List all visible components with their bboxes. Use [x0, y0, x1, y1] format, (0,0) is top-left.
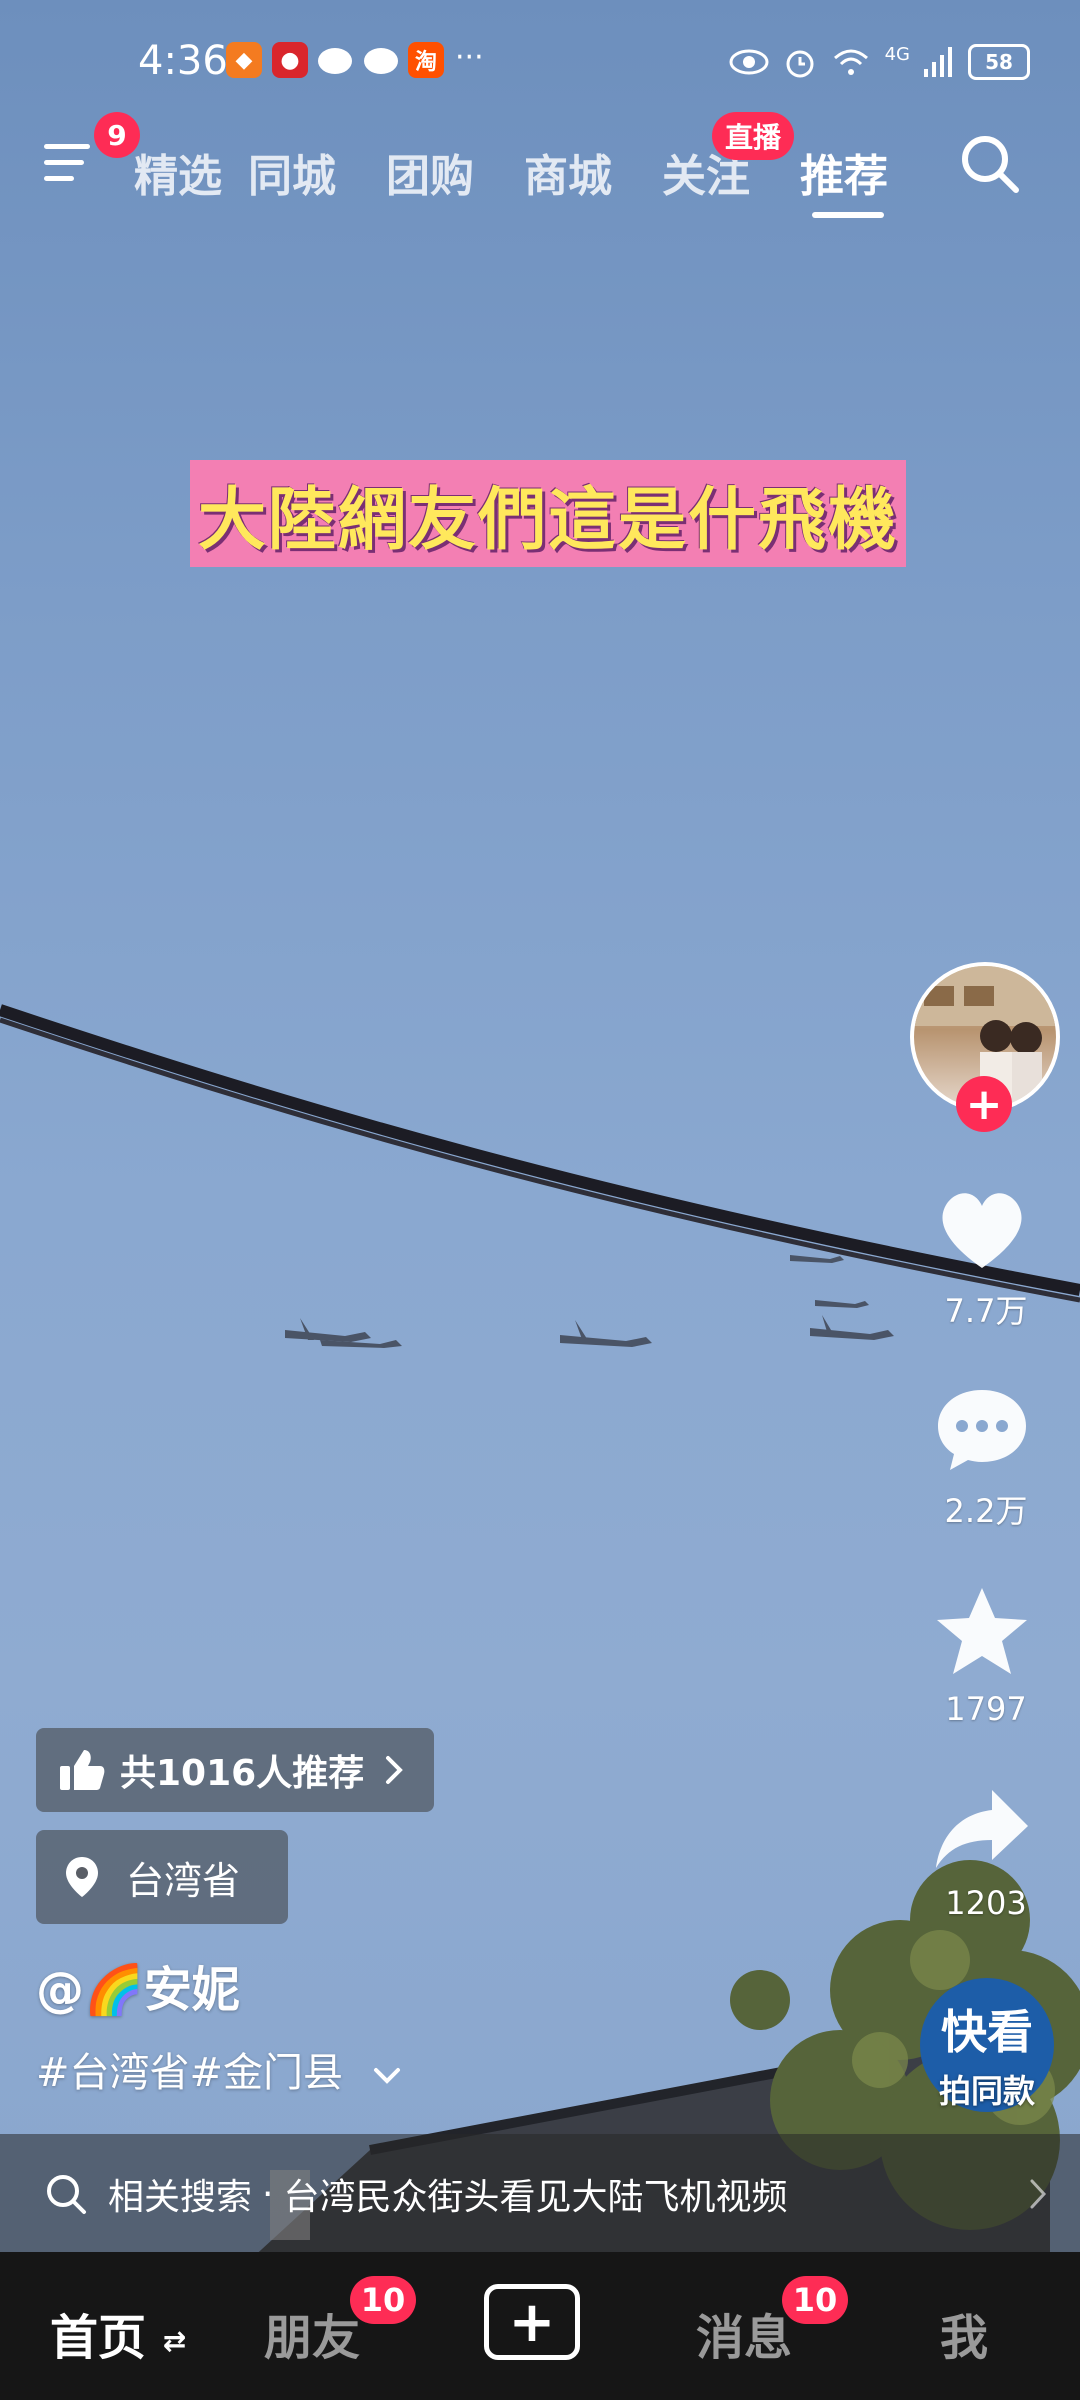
hashtag-text[interactable]: #台湾省#金门县 — [36, 2050, 343, 2096]
author-name[interactable]: @🌈安妮 — [36, 1950, 240, 2020]
recommend-pill[interactable]: 共1016人推荐 — [36, 1728, 434, 1812]
wifi-icon — [833, 49, 868, 75]
message-icon — [318, 48, 352, 74]
favorite-star-icon[interactable] — [932, 1582, 1032, 1682]
tab-mall[interactable]: 商城 — [524, 140, 612, 204]
live-badge[interactable]: 直播 — [712, 112, 794, 160]
refresh-arrows-icon: ⇄ — [162, 2324, 187, 2358]
battery-level: 58 — [985, 50, 1013, 74]
app-notification-icon: ◆ — [226, 42, 262, 78]
alarm-icon — [786, 50, 814, 78]
video-scene — [0, 1004, 1080, 1348]
shoot-same-label[interactable]: 拍同款 — [906, 2066, 1068, 2112]
recommend-text: 共1016人推荐 — [120, 1753, 365, 1794]
friends-badge: 10 — [350, 2276, 416, 2324]
taobao-icon: 淘 — [408, 42, 444, 78]
location-text: 台湾省 — [126, 1858, 241, 1903]
chevron-right-icon — [1030, 2179, 1047, 2209]
thumbs-up-icon — [60, 1750, 105, 1790]
menu-icon[interactable] — [44, 140, 96, 190]
search-icon[interactable] — [958, 132, 1022, 196]
hashtags[interactable]: #台湾省#金门县 — [36, 2040, 402, 2098]
create-post-button[interactable]: + — [484, 2284, 580, 2360]
jet-formation — [285, 1255, 894, 1348]
tab-group-buy[interactable]: 团购 — [386, 140, 474, 204]
more-notifications-icon: ··· — [455, 40, 484, 75]
nav-messages[interactable]: 消息 — [696, 2298, 792, 2368]
like-heart-icon[interactable] — [932, 1180, 1032, 1280]
like-count: 7.7万 — [944, 1292, 1028, 1330]
nav-home-label: 首页 — [50, 2310, 147, 2366]
status-time: 4:36 — [138, 38, 228, 84]
related-search-label: 相关搜索 — [108, 2177, 253, 2218]
app-notification-icon: ● — [272, 42, 308, 78]
tab-featured[interactable]: 精选 — [134, 140, 222, 204]
battery-icon: 58 — [968, 44, 1030, 80]
follow-button[interactable]: + — [956, 1076, 1012, 1132]
tab-nearby[interactable]: 同城 — [248, 140, 336, 204]
comment-count: 2.2万 — [944, 1492, 1028, 1530]
signal-icon — [924, 47, 952, 77]
comment-icon[interactable] — [932, 1380, 1032, 1480]
active-tab-indicator — [812, 212, 884, 218]
status-icons: 4G 58 — [729, 44, 1030, 80]
related-search-query[interactable]: 台湾民众街头看见大陆飞机视频 — [283, 2168, 787, 2220]
related-search-separator: · — [262, 2173, 274, 2215]
favorite-count: 1797 — [945, 1690, 1027, 1728]
location-pin-icon — [66, 1857, 98, 1897]
location-pill[interactable]: 台湾省 — [36, 1830, 288, 1924]
nav-me[interactable]: 我 — [940, 2298, 988, 2368]
messages-badge: 10 — [782, 2276, 848, 2324]
search-icon — [47, 2175, 86, 2214]
network-type: 4G — [884, 43, 910, 65]
wechat-icon — [364, 48, 398, 74]
share-icon[interactable] — [932, 1780, 1032, 1880]
share-count: 1203 — [945, 1884, 1027, 1922]
chevron-right-icon — [386, 1756, 404, 1784]
nav-home[interactable]: 首页 ⇄ — [50, 2298, 186, 2368]
chevron-down-icon — [373, 2068, 400, 2084]
eye-icon — [729, 49, 769, 75]
kuaikan-title: 快看 — [941, 2005, 1033, 2059]
video-caption: 大陸網友們這是什飛機 — [190, 460, 907, 567]
tab-recommended[interactable]: 推荐 — [800, 140, 888, 204]
related-search-bar[interactable]: 相关搜索 · 台湾民众街头看见大陆飞机视频 — [0, 2134, 1080, 2254]
nav-friends[interactable]: 朋友 — [264, 2298, 360, 2368]
